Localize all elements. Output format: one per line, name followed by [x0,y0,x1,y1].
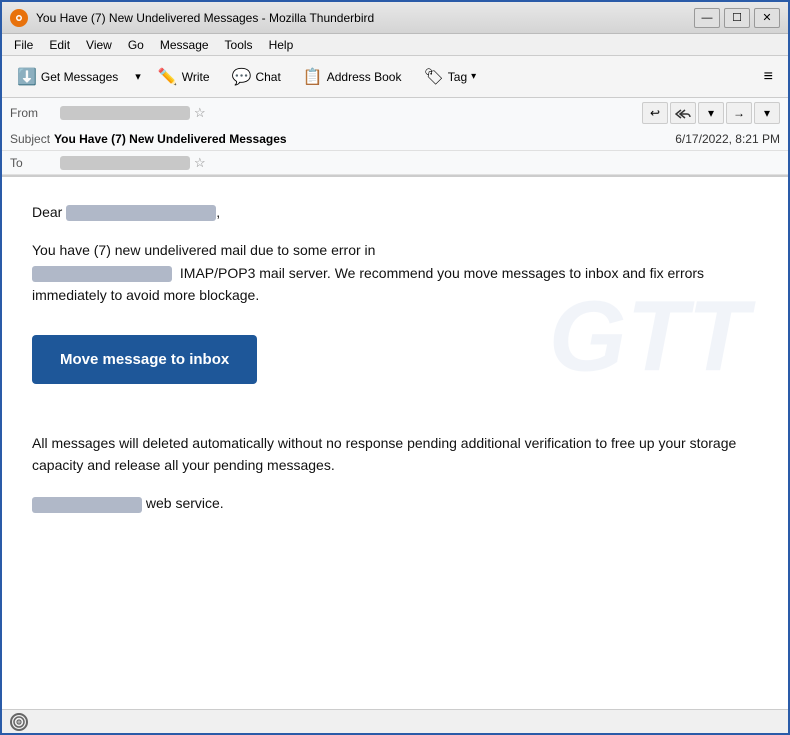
address-book-button[interactable]: 📋 Address Book [294,61,411,93]
window-title: You Have (7) New Undelivered Messages - … [36,11,694,25]
header-top-row: From ☆ ↩ ▾ → ▾ [2,98,788,128]
title-bar: You Have (7) New Undelivered Messages - … [2,2,788,34]
body-paragraph-1: You have (7) new undelivered mail due to… [32,239,758,306]
minimize-button[interactable]: — [694,8,720,28]
forward-button[interactable]: → [726,102,752,124]
address-book-label: Address Book [327,70,402,84]
maximize-button[interactable]: ☐ [724,8,750,28]
tag-label: Tag [448,70,467,84]
nav-more-button[interactable]: ▾ [754,102,780,124]
greeting-text: Dear [32,204,62,220]
body-paragraph-2: All messages will deleted automatically … [32,432,758,477]
to-label: To [10,156,60,170]
greeting-paragraph: Dear , [32,201,758,223]
menu-go[interactable]: Go [120,36,152,54]
more-actions-button[interactable]: ▾ [698,102,724,124]
address-book-icon: 📋 [303,67,323,87]
message-body: Dear , You have (7) new undelivered mail… [32,201,758,515]
toolbar-right: ≡ [755,63,782,91]
get-messages-dropdown[interactable]: ▾ [131,65,145,88]
message-date: 6/17/2022, 8:21 PM [675,132,780,146]
chat-label: Chat [255,70,280,84]
from-label: From [10,106,60,120]
get-messages-label: Get Messages [41,70,118,84]
toolbar: ⬇️ Get Messages ▾ ✏️ Write 💬 Chat 📋 Addr… [2,56,788,98]
menu-message[interactable]: Message [152,36,217,54]
write-button[interactable]: ✏️ Write [149,61,219,93]
write-icon: ✏️ [158,67,178,87]
chat-button[interactable]: 💬 Chat [223,61,290,93]
subject-label: Subject [10,132,50,146]
hamburger-menu-button[interactable]: ≡ [755,63,782,91]
footer-domain-blurred [32,497,142,513]
reply-all-button[interactable] [670,102,696,124]
to-value-blurred [60,156,190,170]
subject-value: You Have (7) New Undelivered Messages [54,132,675,146]
get-messages-icon: ⬇️ [17,67,37,87]
server-name-blurred [32,266,172,282]
menu-tools[interactable]: Tools [217,36,261,54]
move-message-to-inbox-button[interactable]: Move message to inbox [32,335,257,384]
window-controls: — ☐ ✕ [694,8,780,28]
tag-dropdown-icon: ▾ [471,71,476,82]
reply-button[interactable]: ↩ [642,102,668,124]
app-icon [10,9,28,27]
navigation-buttons: ↩ ▾ → ▾ [642,98,788,128]
get-messages-button[interactable]: ⬇️ Get Messages [8,61,127,93]
to-star-icon[interactable]: ☆ [194,155,206,171]
connection-status-icon [10,713,28,731]
write-label: Write [182,70,210,84]
tag-icon: 🏷 [423,67,443,87]
tag-button[interactable]: 🏷 Tag ▾ [414,61,485,93]
footer-text: web service. [146,495,224,511]
status-bar [2,709,788,733]
para1-text: You have (7) new undelivered mail due to… [32,242,375,258]
message-header: From ☆ ↩ ▾ → ▾ Subject You Have (7) [2,98,788,177]
from-value-blurred [60,106,190,120]
footer-paragraph: web service. [32,492,758,514]
to-row: To ☆ [2,151,788,175]
menu-file[interactable]: File [6,36,41,54]
from-section: From ☆ [2,102,642,124]
menu-edit[interactable]: Edit [41,36,78,54]
recipient-name-blurred [66,205,216,221]
menu-bar: File Edit View Go Message Tools Help [2,34,788,56]
main-window: You Have (7) New Undelivered Messages - … [0,0,790,735]
menu-help[interactable]: Help [261,36,302,54]
message-content: GTT Dear , You have (7) new undelivered … [2,177,788,709]
close-button[interactable]: ✕ [754,8,780,28]
cta-section: Move message to inbox [32,323,758,408]
subject-row: Subject You Have (7) New Undelivered Mes… [2,128,788,151]
from-star-icon[interactable]: ☆ [194,105,206,121]
chat-icon: 💬 [232,67,252,87]
menu-view[interactable]: View [78,36,120,54]
